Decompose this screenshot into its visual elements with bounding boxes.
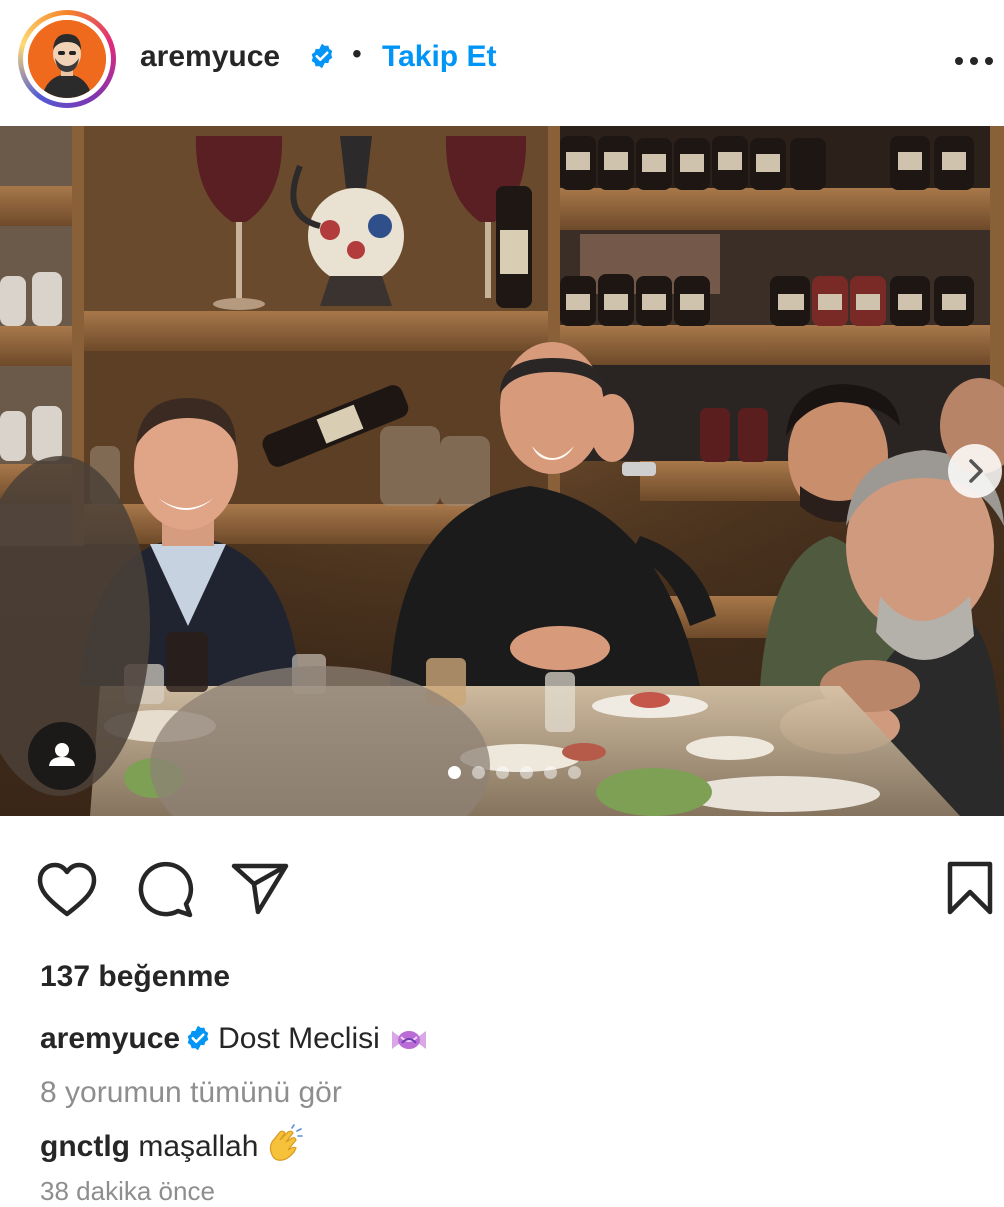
post-timestamp: 38 dakika önce [40, 1176, 215, 1206]
user-tag-icon [49, 743, 75, 766]
clapping-hands-icon [270, 1124, 304, 1161]
like-count[interactable]: 137 beğenme [40, 960, 230, 994]
comment-icon[interactable] [134, 860, 196, 918]
bookmark-icon[interactable] [946, 860, 994, 916]
caption: aremyuce Dost Meclisi [40, 1022, 430, 1056]
header-username[interactable]: aremyuce [140, 40, 280, 74]
chevron-right-icon [969, 459, 983, 483]
carousel-dot [472, 766, 485, 779]
carousel-dot [520, 766, 533, 779]
carousel-dot [496, 766, 509, 779]
comment-item: gnctlg maşallah [40, 1124, 304, 1164]
verified-badge-icon [187, 1025, 209, 1051]
photo-scene [0, 126, 1004, 816]
view-all-comments-link[interactable]: 8 yorumun tümünü gör [40, 1076, 342, 1110]
avatar-story-ring[interactable] [18, 10, 116, 108]
header-separator: • [352, 38, 362, 69]
post-header: aremyuce • Takip Et [0, 0, 1004, 118]
caption-username[interactable]: aremyuce [40, 1022, 180, 1055]
follow-button[interactable]: Takip Et [382, 40, 496, 74]
send-icon[interactable] [230, 862, 290, 916]
carousel-dot [568, 766, 581, 779]
verified-badge-icon [311, 43, 333, 69]
avatar-illustration [28, 20, 106, 98]
avatar-border [23, 15, 111, 103]
heart-icon[interactable] [36, 862, 98, 918]
carousel-dot [448, 766, 461, 779]
carousel-indicator [448, 766, 588, 780]
avatar[interactable] [28, 20, 106, 98]
caption-text: Dost Meclisi [218, 1022, 380, 1055]
post-photo[interactable] [0, 126, 1004, 816]
more-options-icon[interactable] [954, 56, 994, 66]
comment-text: maşallah [138, 1130, 259, 1163]
carousel-dot [544, 766, 557, 779]
candy-icon [391, 1031, 426, 1050]
carousel-next-button[interactable] [948, 444, 1002, 498]
user-tag-button[interactable] [28, 722, 96, 790]
comment-username[interactable]: gnctlg [40, 1130, 130, 1163]
